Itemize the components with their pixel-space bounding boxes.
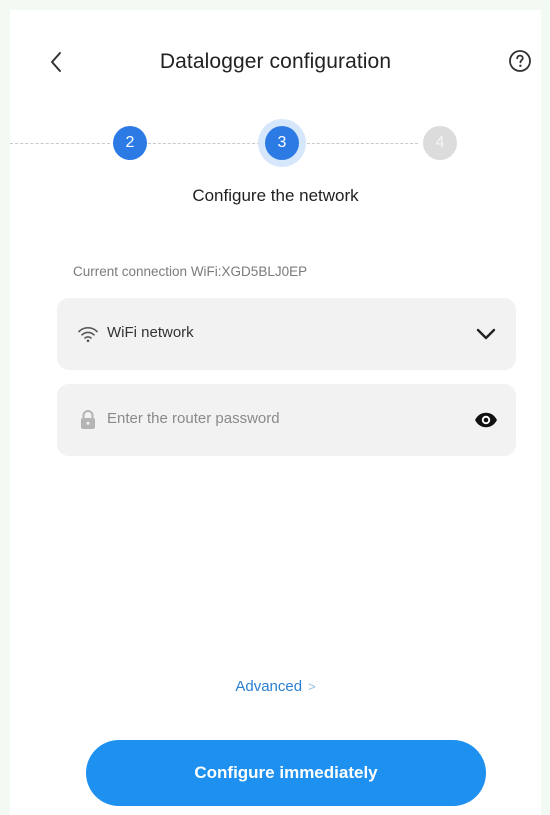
step-connector — [148, 143, 260, 144]
router-password-field[interactable]: Enter the router password — [57, 384, 516, 456]
eye-icon[interactable] — [474, 408, 498, 432]
question-circle-icon — [508, 49, 532, 78]
lock-icon — [77, 409, 99, 431]
app-screen: Datalogger configuration 2 3 4 Configure… — [10, 10, 541, 815]
step-3: 3 — [265, 126, 299, 160]
progress-stepper: 2 3 4 — [10, 118, 541, 170]
configure-immediately-button[interactable]: Configure immediately — [86, 740, 486, 806]
page-title: Datalogger configuration — [159, 50, 392, 73]
step-connector — [302, 143, 418, 144]
step-title: Configure the network — [192, 186, 359, 205]
wifi-network-select[interactable]: WiFi network — [57, 298, 516, 370]
wifi-icon — [77, 323, 99, 345]
current-connection-text: Current connection WiFi:XGD5BLJ0EP — [73, 264, 308, 279]
step-4: 4 — [423, 126, 457, 160]
help-button[interactable] — [507, 49, 533, 78]
chevron-right-icon: > — [308, 679, 316, 694]
step-2: 2 — [113, 126, 147, 160]
chevron-down-icon[interactable] — [474, 322, 498, 346]
step-connector — [10, 143, 110, 144]
advanced-label: Advanced — [235, 678, 303, 695]
wifi-network-label: WiFi network — [107, 324, 194, 341]
advanced-link[interactable]: Advanced > — [10, 678, 541, 695]
password-input[interactable]: Enter the router password — [107, 410, 280, 427]
